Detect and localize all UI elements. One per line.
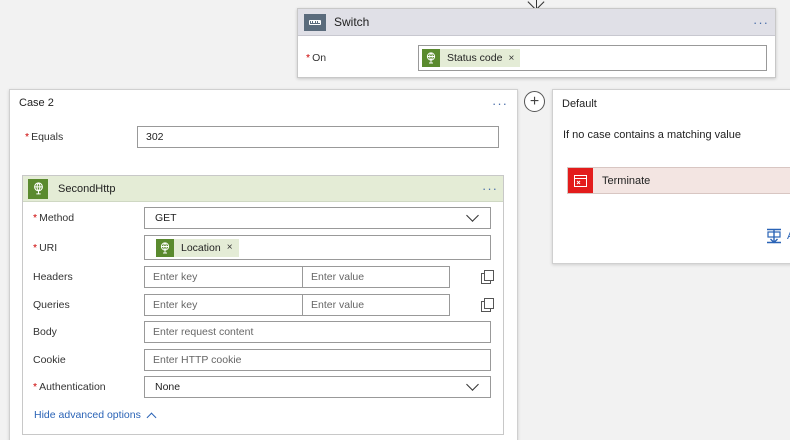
token-label: Status code	[447, 52, 503, 64]
chevron-down-icon	[466, 378, 479, 391]
method-label: * Method	[33, 212, 75, 224]
http-globe-icon	[156, 238, 174, 257]
uri-label: * URI	[33, 241, 58, 254]
advanced-link-label: Hide advanced options	[34, 409, 141, 421]
body-label: Body	[33, 326, 57, 338]
headers-key-input[interactable]: Enter key	[144, 266, 303, 288]
case-title: Case 2	[19, 97, 54, 109]
location-token[interactable]: Location ×	[156, 238, 239, 257]
terminate-action[interactable]: Terminate	[567, 167, 790, 194]
terminate-label: Terminate	[602, 174, 651, 187]
copy-icon[interactable]	[480, 298, 494, 312]
token-label: Location	[181, 241, 221, 254]
switch-action-card[interactable]: Switch ··· * On Status code ×	[297, 8, 776, 78]
queries-label: Queries	[33, 299, 70, 311]
body-input[interactable]: Enter request content	[144, 321, 491, 343]
add-action-icon	[767, 228, 781, 244]
equals-label: * Equals	[25, 131, 64, 143]
add-case-button[interactable]: +	[524, 91, 545, 112]
add-action-button[interactable]: A	[766, 228, 790, 244]
default-title: Default	[562, 98, 597, 110]
method-select[interactable]: GET	[144, 207, 491, 229]
remove-token-icon[interactable]: ×	[227, 242, 233, 253]
default-case-card[interactable]: Default If no case contains a matching v…	[552, 89, 790, 264]
switch-menu-button[interactable]: ···	[753, 15, 769, 30]
on-input[interactable]: Status code ×	[418, 45, 767, 71]
queries-key-input[interactable]: Enter key	[144, 294, 303, 316]
equals-input[interactable]: 302	[137, 126, 499, 148]
copy-icon[interactable]	[480, 270, 494, 284]
http-globe-icon	[28, 178, 48, 199]
status-code-token[interactable]: Status code ×	[422, 49, 521, 67]
http-title: SecondHttp	[58, 182, 116, 195]
uri-input[interactable]: Location ×	[144, 235, 491, 260]
http-header[interactable]: SecondHttp ···	[23, 176, 503, 202]
cookie-label: Cookie	[33, 354, 66, 366]
http-globe-icon	[422, 49, 440, 67]
switch-icon	[304, 13, 326, 31]
cookie-input[interactable]: Enter HTTP cookie	[144, 349, 491, 371]
headers-value-input[interactable]: Enter value	[302, 266, 450, 288]
queries-value-input[interactable]: Enter value	[302, 294, 450, 316]
authentication-label: * Authentication	[33, 381, 106, 393]
headers-label: Headers	[33, 271, 73, 283]
authentication-select[interactable]: None	[144, 376, 491, 398]
flow-connector	[536, 0, 537, 8]
terminate-icon	[568, 168, 593, 193]
default-description: If no case contains a matching value	[563, 129, 741, 141]
method-value: GET	[155, 212, 177, 224]
switch-header[interactable]: Switch ···	[298, 9, 775, 36]
authentication-value: None	[155, 381, 181, 393]
remove-token-icon[interactable]: ×	[508, 53, 514, 64]
hide-advanced-options-link[interactable]: Hide advanced options	[34, 409, 157, 422]
switch-title: Switch	[334, 15, 370, 29]
chevron-up-icon	[146, 412, 157, 422]
chevron-down-icon	[466, 209, 479, 222]
http-menu-button[interactable]: ···	[482, 181, 498, 196]
on-label: * On	[306, 52, 327, 64]
case-menu-button[interactable]: ···	[492, 96, 508, 111]
